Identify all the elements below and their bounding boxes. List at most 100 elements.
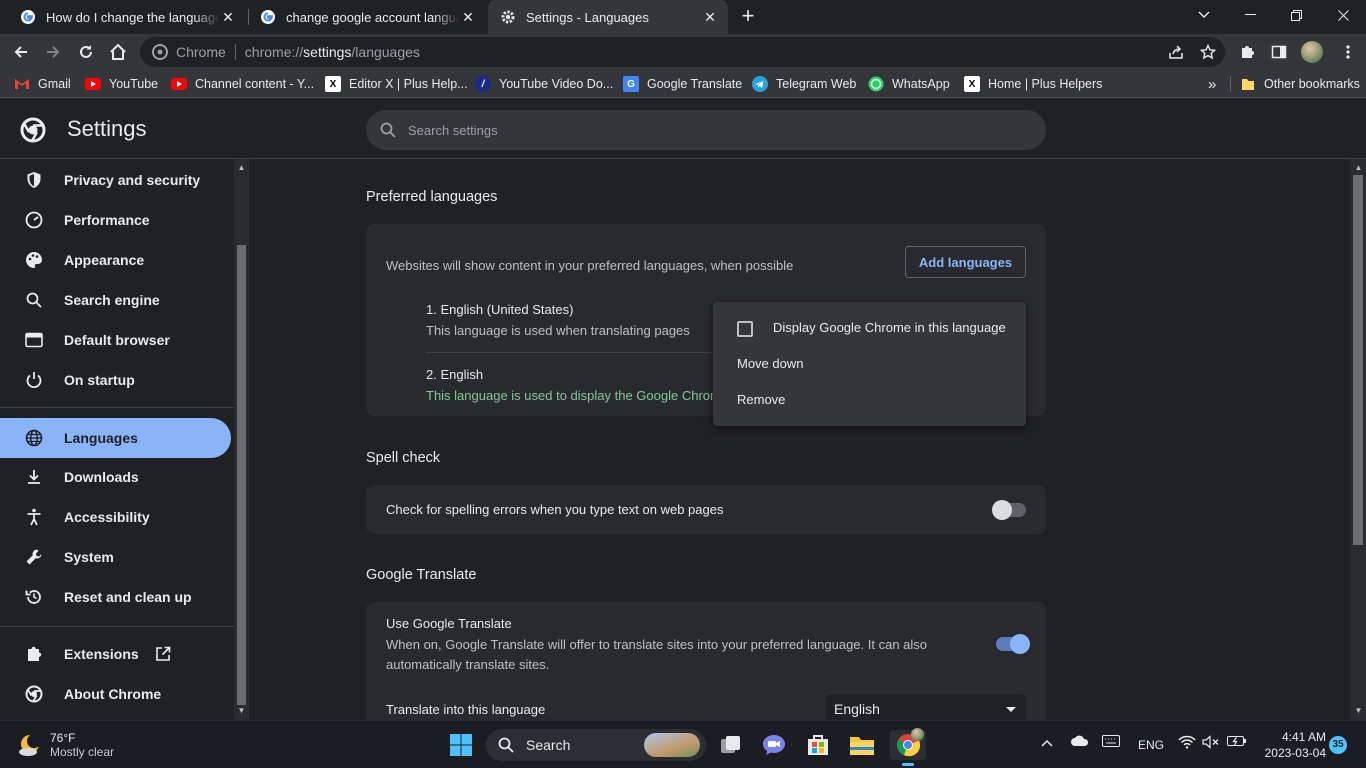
- tab-search-button[interactable]: [1181, 0, 1227, 30]
- start-button[interactable]: [446, 730, 476, 760]
- minimize-button[interactable]: [1227, 0, 1273, 30]
- input-language[interactable]: ENG: [1138, 738, 1164, 752]
- clock[interactable]: 4:41 AM 2023-03-04: [1260, 730, 1326, 760]
- tab-0[interactable]: How do I change the language sp ✕: [8, 0, 246, 34]
- search-settings-input[interactable]: Search settings: [366, 110, 1046, 150]
- sidebar-item-reset[interactable]: Reset and clean up: [0, 577, 231, 617]
- reload-button[interactable]: [73, 39, 99, 65]
- main-scrollbar[interactable]: ▲ ▼: [1350, 159, 1366, 720]
- sidebar-item-appearance[interactable]: Appearance: [0, 240, 231, 280]
- touch-keyboard-button[interactable]: [1102, 735, 1120, 750]
- network-button[interactable]: [1178, 735, 1196, 752]
- bookmark-google-translate[interactable]: G Google Translate: [623, 74, 742, 94]
- section-title-spell-check: Spell check: [366, 450, 441, 466]
- bookmark-label: Home | Plus Helpers: [988, 77, 1103, 91]
- onedrive-button[interactable]: [1070, 735, 1090, 750]
- menu-item-move-down[interactable]: Move down: [737, 356, 803, 371]
- sidebar-scrollbar[interactable]: ▲ ▼: [234, 159, 249, 720]
- bookmark-whatsapp[interactable]: WhatsApp: [868, 74, 950, 94]
- google-translate-toggle[interactable]: [996, 634, 1030, 654]
- bookmark-gmail[interactable]: Gmail: [14, 74, 71, 94]
- sidebar-item-languages[interactable]: Languages: [0, 418, 231, 458]
- microsoft-store-button[interactable]: [803, 730, 833, 760]
- bookmark-channel-content[interactable]: Channel content - Y...: [171, 74, 314, 94]
- sidebar-item-system[interactable]: System: [0, 537, 231, 577]
- sidebar-item-about-chrome[interactable]: About Chrome: [0, 674, 231, 714]
- scroll-down-arrow-icon[interactable]: ▼: [1354, 706, 1363, 716]
- task-view-button[interactable]: [716, 730, 746, 760]
- scroll-down-arrow-icon[interactable]: ▼: [237, 706, 246, 716]
- sidebar-item-privacy[interactable]: Privacy and security: [0, 160, 231, 200]
- other-bookmarks[interactable]: Other bookmarks: [1240, 74, 1360, 94]
- sidebar-item-downloads[interactable]: Downloads: [0, 457, 231, 497]
- volume-button[interactable]: [1202, 735, 1220, 752]
- scroll-up-arrow-icon[interactable]: ▲: [1354, 163, 1363, 173]
- tab-1[interactable]: change google account language ✕: [248, 0, 486, 34]
- teams-chat-button[interactable]: [759, 730, 789, 760]
- display-in-language-checkbox[interactable]: [737, 321, 753, 337]
- bookmark-label: Channel content - Y...: [195, 77, 315, 91]
- sidebar-item-search-engine[interactable]: Search engine: [0, 280, 231, 320]
- share-button[interactable]: [1164, 40, 1188, 64]
- language-row: 2. English This language is used to disp…: [426, 367, 726, 407]
- weather-widget[interactable]: 76°F Mostly clear: [16, 729, 114, 761]
- bookmark-youtube-video-do[interactable]: / YouTube Video Do...: [475, 74, 613, 94]
- notification-badge[interactable]: 35: [1329, 736, 1347, 754]
- volume-muted-icon: [1202, 735, 1219, 749]
- scroll-up-arrow-icon[interactable]: ▲: [237, 163, 246, 173]
- bookmark-youtube[interactable]: YouTube: [85, 74, 158, 94]
- close-icon[interactable]: ✕: [220, 9, 236, 25]
- side-panel-button[interactable]: [1267, 40, 1291, 64]
- bookmark-star-button[interactable]: [1196, 40, 1220, 64]
- taskbar-search[interactable]: Search: [486, 729, 706, 761]
- sidebar-item-extensions[interactable]: Extensions: [0, 634, 231, 674]
- restore-button[interactable]: [1273, 0, 1319, 30]
- gauge-icon: [24, 210, 44, 230]
- bookmarks-overflow-button[interactable]: »: [1208, 74, 1216, 94]
- bookmark-label: Google Translate: [647, 77, 743, 91]
- close-window-button[interactable]: [1320, 0, 1366, 30]
- bookmark-editor-x[interactable]: X Editor X | Plus Help...: [325, 74, 468, 94]
- spell-check-toggle[interactable]: [992, 500, 1026, 520]
- chrome-taskbar-button[interactable]: [890, 728, 926, 766]
- sidebar-item-on-startup[interactable]: On startup: [0, 360, 231, 400]
- toggle-knob: [992, 500, 1012, 520]
- weather-desc: Mostly clear: [50, 745, 115, 759]
- close-icon[interactable]: ✕: [460, 9, 476, 25]
- profile-avatar[interactable]: [1300, 40, 1324, 64]
- restore-window-icon: [1290, 9, 1302, 21]
- sidebar-item-default-browser[interactable]: Default browser: [0, 320, 231, 360]
- translate-into-value: English: [834, 701, 880, 717]
- new-tab-button[interactable]: +: [736, 5, 760, 29]
- show-hidden-icons-button[interactable]: [1041, 736, 1053, 750]
- bookmark-telegram[interactable]: Telegram Web: [752, 74, 856, 94]
- extensions-button[interactable]: [1235, 40, 1259, 64]
- page-title: Settings: [67, 116, 147, 141]
- chrome-icon: [24, 684, 44, 704]
- folder-icon: [850, 737, 874, 755]
- bookmark-home-plus-helpers[interactable]: X Home | Plus Helpers: [964, 74, 1102, 94]
- battery-charging-icon: [1227, 736, 1246, 746]
- battery-button[interactable]: [1227, 735, 1247, 750]
- translate-into-select[interactable]: English: [826, 694, 1026, 720]
- search-highlight-image: [644, 733, 700, 757]
- omnibox-separator: [234, 44, 236, 60]
- menu-item-remove[interactable]: Remove: [737, 392, 785, 407]
- forward-button[interactable]: [40, 39, 66, 65]
- scrollbar-thumb[interactable]: [1353, 175, 1363, 545]
- file-explorer-button[interactable]: [847, 730, 877, 760]
- back-button[interactable]: [8, 39, 34, 65]
- tab-2-active[interactable]: Settings - Languages ✕: [488, 0, 728, 34]
- scrollbar-thumb[interactable]: [237, 245, 246, 705]
- add-languages-button[interactable]: Add languages: [905, 246, 1026, 278]
- toolbar: Chrome chrome://settings/languages: [0, 34, 1366, 70]
- restore-icon: [24, 587, 44, 607]
- forward-arrow-icon: [47, 46, 60, 58]
- home-button[interactable]: [105, 39, 131, 65]
- sidebar-item-accessibility[interactable]: Accessibility: [0, 497, 231, 537]
- menu-item-display-in-language[interactable]: Display Google Chrome in this language: [773, 320, 1006, 335]
- sidebar-item-performance[interactable]: Performance: [0, 200, 231, 240]
- address-bar[interactable]: Chrome chrome://settings/languages: [140, 37, 1225, 67]
- close-icon[interactable]: ✕: [702, 9, 718, 25]
- chrome-menu-button[interactable]: [1336, 40, 1360, 64]
